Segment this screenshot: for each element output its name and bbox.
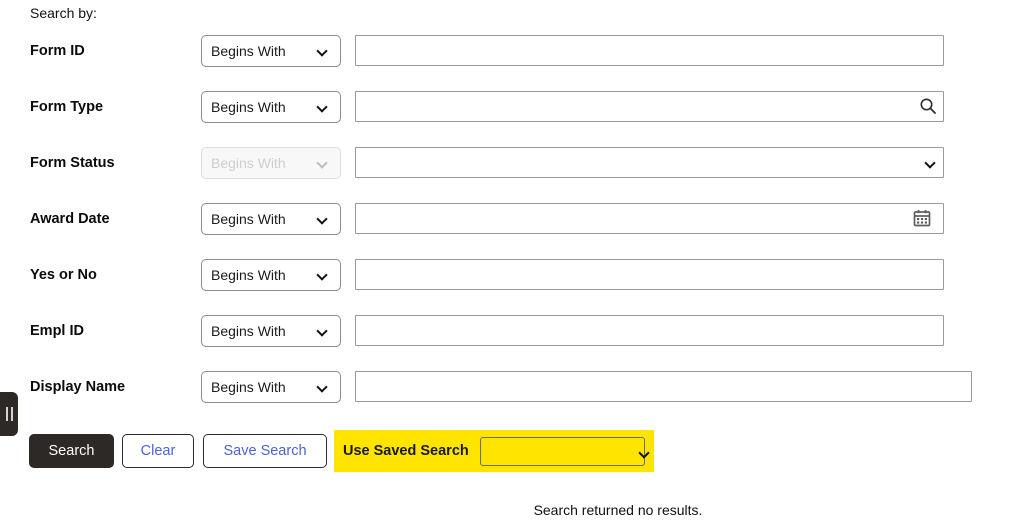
- action-bar: Search Clear Save Search Use Saved Searc…: [0, 430, 1012, 476]
- search-button[interactable]: Search: [29, 434, 114, 468]
- criteria-label-award-date: Award Date: [30, 211, 110, 227]
- search-page: Search by: Form ID Begins With Form Type…: [0, 0, 1012, 529]
- search-status-message: Search returned no results.: [0, 502, 1012, 518]
- operator-select-award-date[interactable]: Begins With: [201, 203, 341, 235]
- value-select-form-status[interactable]: [355, 147, 944, 178]
- criteria-label-form-id: Form ID: [30, 43, 85, 59]
- value-input-award-date[interactable]: [355, 203, 944, 234]
- status-text: Search returned no results.: [533, 502, 703, 518]
- criteria-row-display-name: Display Name Begins With: [0, 369, 1012, 425]
- criteria-label-form-status: Form Status: [30, 155, 115, 171]
- operator-select-display-name[interactable]: Begins With: [201, 371, 341, 403]
- operator-select-empl-id[interactable]: Begins With: [201, 315, 341, 347]
- save-search-button[interactable]: Save Search: [203, 434, 327, 468]
- search-icon[interactable]: [918, 96, 938, 116]
- operator-select-form-status: Begins With: [201, 147, 341, 179]
- value-input-yes-or-no[interactable]: [355, 259, 944, 290]
- clear-button[interactable]: Clear: [122, 434, 194, 468]
- use-saved-search-group: Use Saved Search: [334, 430, 654, 472]
- criteria-label-display-name: Display Name: [30, 379, 126, 395]
- search-criteria-list: Form ID Begins With Form Type Begins Wit…: [0, 33, 1012, 425]
- calendar-icon[interactable]: [912, 208, 932, 228]
- criteria-row-empl-id: Empl ID Begins With: [0, 313, 1012, 369]
- value-input-display-name[interactable]: [355, 371, 972, 402]
- operator-select-yes-or-no[interactable]: Begins With: [201, 259, 341, 291]
- criteria-row-yes-or-no: Yes or No Begins With: [0, 257, 1012, 313]
- use-saved-search-label: Use Saved Search: [343, 443, 469, 459]
- value-input-empl-id[interactable]: [355, 315, 944, 346]
- criteria-row-form-status: Form Status Begins With: [0, 145, 1012, 201]
- search-by-label: Search by:: [30, 5, 97, 21]
- criteria-row-form-id: Form ID Begins With: [0, 33, 1012, 89]
- value-input-form-type[interactable]: [355, 91, 944, 122]
- saved-search-select[interactable]: [479, 436, 645, 466]
- criteria-label-yes-or-no: Yes or No: [30, 267, 97, 283]
- criteria-label-form-type: Form Type: [30, 99, 104, 115]
- criteria-row-award-date: Award Date Begins With: [0, 201, 1012, 257]
- operator-select-form-type[interactable]: Begins With: [201, 91, 341, 123]
- value-input-form-id[interactable]: [355, 35, 944, 66]
- operator-select-form-id[interactable]: Begins With: [201, 35, 341, 67]
- criteria-label-empl-id: Empl ID: [30, 323, 84, 339]
- criteria-row-form-type: Form Type Begins With: [0, 89, 1012, 145]
